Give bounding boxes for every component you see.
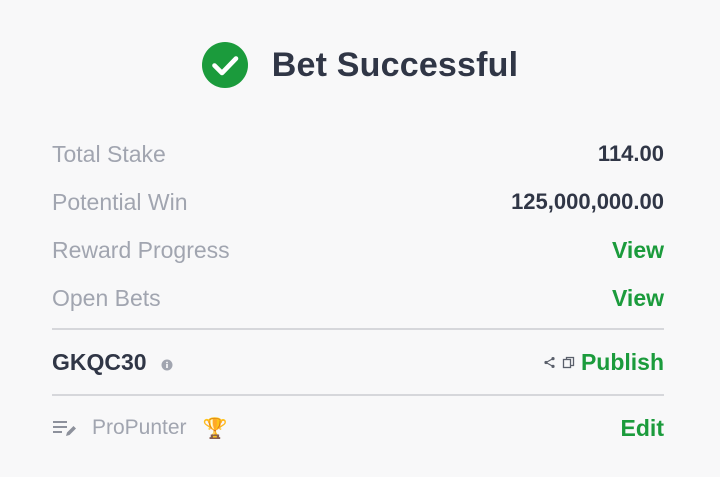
potential-win-row: Potential Win 125,000,000.00: [52, 178, 664, 226]
reward-progress-row: Reward Progress View: [52, 226, 664, 274]
info-icon[interactable]: [161, 359, 173, 371]
total-stake-row: Total Stake 114.00: [52, 130, 664, 178]
edit-button[interactable]: Edit: [621, 415, 664, 442]
user-row: ProPunter 🏆 Edit: [52, 396, 664, 460]
total-stake-value: 114.00: [597, 141, 664, 166]
open-bets-row: Open Bets View: [52, 274, 664, 322]
trophy-icon: 🏆: [202, 417, 228, 440]
check-circle-icon: [201, 42, 248, 88]
total-stake-label: Total Stake: [52, 140, 166, 167]
potential-win-label: Potential Win: [52, 188, 188, 215]
open-bets-view-link[interactable]: View: [612, 285, 664, 312]
bet-success-panel: Bet Successful Total Stake 114.00 Potent…: [0, 0, 720, 477]
publish-group: Publish: [543, 349, 664, 376]
booking-code: GKQC30: [52, 348, 147, 375]
username: ProPunter: [92, 416, 187, 439]
reward-progress-label: Reward Progress: [52, 236, 230, 263]
success-header: Bet Successful: [52, 0, 664, 130]
user-group: ProPunter 🏆: [52, 416, 227, 441]
list-edit-icon: [53, 421, 76, 436]
potential-win-value: 125,000,000.00: [511, 189, 664, 214]
open-bets-label: Open Bets: [52, 284, 161, 311]
share-icon[interactable]: [543, 356, 556, 369]
booking-code-row: GKQC30 Publish: [52, 330, 664, 394]
page-title: Bet Successful: [271, 45, 519, 84]
copy-icon[interactable]: [562, 356, 575, 369]
publish-button[interactable]: Publish: [581, 349, 664, 376]
reward-progress-view-link[interactable]: View: [612, 237, 664, 264]
booking-code-group: GKQC30: [52, 349, 173, 376]
